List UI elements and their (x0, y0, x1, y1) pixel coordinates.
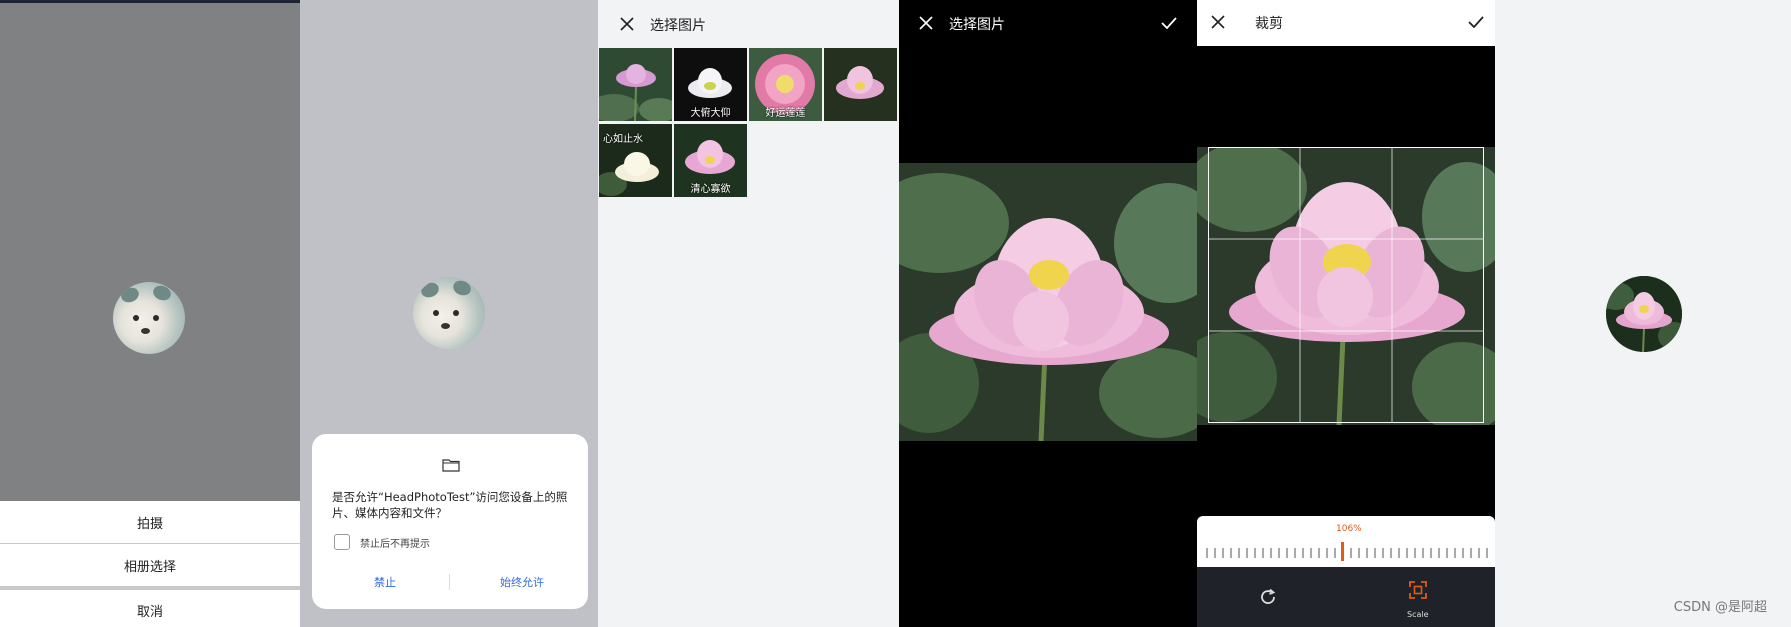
dog-nose (141, 328, 150, 334)
lotus-avatar-image (1606, 276, 1682, 352)
photo-thumbnail[interactable] (824, 48, 897, 121)
dog-ear (419, 280, 441, 300)
dog-eye (433, 310, 439, 316)
screen-permission: 是否允许“HeadPhotoTest”访问您设备上的照片、媒体内容和文件？ 禁止… (300, 0, 598, 627)
page-title: 选择图片 (949, 17, 1005, 33)
dog-nose (441, 323, 450, 329)
dog-eye (153, 315, 159, 321)
crop-toolbar: Scale (1197, 567, 1495, 627)
avatar[interactable] (1606, 276, 1682, 352)
scale-label: Scale (1407, 610, 1429, 619)
dont-ask-again-label: 禁止后不再提示 (360, 539, 430, 550)
screen-action-sheet: 拍摄 相册选择 取消 (0, 0, 300, 627)
permission-message: 是否允许“HeadPhotoTest”访问您设备上的照片、媒体内容和文件？ (332, 490, 568, 520)
screen-crop: 裁剪 106% Scale (1197, 0, 1495, 627)
screen-photo-preview: 选择图片 (899, 0, 1197, 627)
crop-header (1197, 0, 1495, 46)
deny-button[interactable]: 禁止 (374, 574, 396, 590)
close-icon[interactable] (919, 16, 933, 30)
cancel-button[interactable]: 取消 (0, 590, 300, 627)
take-photo-button[interactable]: 拍摄 (0, 501, 300, 543)
photo-thumbnail[interactable] (599, 48, 672, 121)
photo-caption: 清心寡欲 (690, 184, 731, 195)
dog-eye (453, 310, 459, 316)
screen-photo-picker: 选择图片 大俯大仰 好运莲莲 心如止水 清心寡欲 (598, 0, 899, 627)
zoom-ruler[interactable]: 106% (1197, 516, 1495, 567)
lotus-photo (899, 163, 1197, 441)
screenshot-strip: 拍摄 相册选择 取消 是否允许“HeadPhotoTest”访问您设备上的照片、… (0, 0, 1791, 627)
dog-ear (119, 285, 141, 305)
avatar[interactable] (113, 282, 185, 354)
folder-icon (442, 459, 460, 472)
rotate-icon[interactable] (1259, 588, 1277, 606)
scale-icon[interactable] (1409, 581, 1427, 599)
check-icon[interactable] (1468, 16, 1484, 28)
photo-thumbnail[interactable]: 好运莲莲 (749, 48, 822, 121)
dog-ear (451, 278, 473, 298)
button-divider (449, 574, 450, 590)
photo-caption: 大俯大仰 (690, 108, 731, 119)
photo-thumbnail[interactable]: 心如止水 (599, 124, 672, 197)
page-title: 选择图片 (650, 18, 706, 34)
photo-thumbnail[interactable]: 大俯大仰 (674, 48, 747, 121)
dog-eye (133, 315, 139, 321)
close-icon[interactable] (620, 17, 634, 31)
avatar[interactable] (413, 277, 485, 349)
page-title: 裁剪 (1255, 16, 1283, 32)
ruler-ticks (1206, 542, 1488, 561)
dog-ear (151, 283, 173, 303)
choose-from-album-button[interactable]: 相册选择 (0, 544, 300, 586)
dont-ask-again-checkbox[interactable] (334, 534, 350, 550)
photo-caption: 好运莲莲 (765, 108, 806, 119)
photo-thumbnail[interactable]: 清心寡欲 (674, 124, 747, 197)
watermark: CSDN @是阿超 (1673, 600, 1767, 615)
crop-grid[interactable] (1208, 147, 1484, 423)
check-icon[interactable] (1161, 17, 1177, 29)
close-icon[interactable] (1211, 15, 1225, 29)
always-allow-button[interactable]: 始终允许 (500, 574, 544, 590)
permission-dialog: 是否允许“HeadPhotoTest”访问您设备上的照片、媒体内容和文件？ 禁止… (312, 434, 588, 609)
screen-result: CSDN @是阿超 (1495, 0, 1791, 627)
photo-caption: 心如止水 (603, 134, 643, 145)
